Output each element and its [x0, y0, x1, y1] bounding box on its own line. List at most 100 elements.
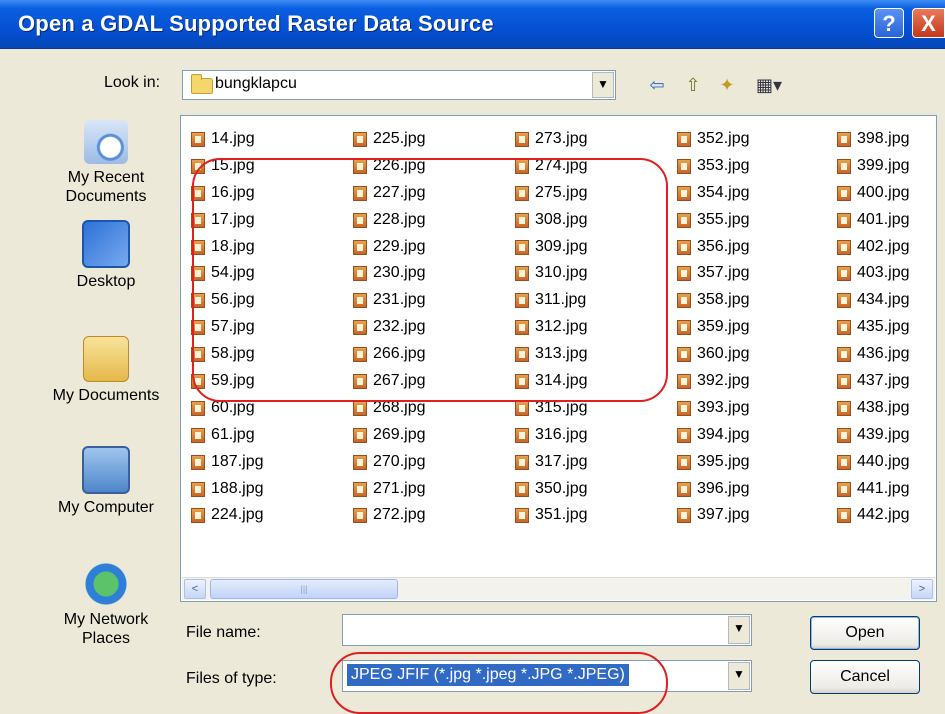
- file-item[interactable]: 399.jpg: [835, 153, 910, 180]
- horizontal-scrollbar[interactable]: < ||| >: [182, 577, 935, 600]
- file-item[interactable]: 269.jpg: [351, 422, 426, 449]
- jpg-file-icon: [353, 508, 367, 524]
- file-item[interactable]: 356.jpg: [675, 234, 750, 261]
- place-network[interactable]: My Network Places: [46, 562, 166, 648]
- file-name: 393.jpg: [697, 398, 750, 416]
- file-name: 401.jpg: [857, 210, 910, 228]
- open-button[interactable]: Open: [810, 616, 920, 650]
- look-in-combobox[interactable]: bungklapcu ▼: [182, 70, 616, 100]
- jpg-file-icon: [837, 185, 851, 201]
- file-item[interactable]: 353.jpg: [675, 153, 750, 180]
- file-item[interactable]: 438.jpg: [835, 395, 910, 422]
- look-in-dropdown-button[interactable]: ▼: [592, 72, 614, 98]
- file-column-4: 352.jpg 353.jpg 354.jpg 355.jpg 356.jpg 357.j…: [675, 126, 750, 529]
- file-item[interactable]: 442.jpg: [835, 502, 910, 529]
- file-item[interactable]: 14.jpg: [189, 126, 264, 153]
- help-button[interactable]: ?: [874, 8, 904, 38]
- file-item[interactable]: 439.jpg: [835, 422, 910, 449]
- file-name-input[interactable]: ▼: [342, 614, 752, 646]
- scroll-left-button[interactable]: <: [184, 579, 206, 599]
- jpg-file-icon: [515, 132, 529, 147]
- jpg-file-icon: [677, 347, 691, 363]
- highlight-annotation: [330, 652, 668, 714]
- jpg-file-icon: [191, 400, 205, 416]
- file-item[interactable]: 350.jpg: [513, 476, 588, 503]
- file-name: 271.jpg: [373, 479, 426, 497]
- file-name: 394.jpg: [697, 425, 750, 443]
- file-name: 225.jpg: [373, 130, 426, 147]
- file-item[interactable]: 61.jpg: [189, 422, 264, 449]
- file-item[interactable]: 402.jpg: [835, 234, 910, 261]
- new-folder-icon[interactable]: ✦: [716, 74, 738, 96]
- jpg-file-icon: [837, 400, 851, 416]
- file-item[interactable]: 394.jpg: [675, 422, 750, 449]
- file-item[interactable]: 225.jpg: [351, 126, 426, 153]
- views-menu-icon[interactable]: ▦▾: [752, 74, 786, 96]
- files-of-type-dropdown-button[interactable]: ▼: [728, 662, 750, 690]
- place-desktop[interactable]: Desktop: [46, 220, 166, 291]
- file-item[interactable]: 271.jpg: [351, 476, 426, 503]
- file-item[interactable]: 392.jpg: [675, 368, 750, 395]
- file-item[interactable]: 440.jpg: [835, 449, 910, 476]
- file-item[interactable]: 224.jpg: [189, 502, 264, 529]
- file-item[interactable]: 400.jpg: [835, 180, 910, 207]
- file-item[interactable]: 351.jpg: [513, 502, 588, 529]
- file-item[interactable]: 273.jpg: [513, 126, 588, 153]
- up-folder-icon[interactable]: ⇧: [682, 74, 704, 96]
- file-item[interactable]: 393.jpg: [675, 395, 750, 422]
- file-item[interactable]: 357.jpg: [675, 260, 750, 287]
- file-name: 434.jpg: [857, 291, 910, 309]
- jpg-file-icon: [353, 454, 367, 470]
- place-label: My Documents: [52, 387, 160, 404]
- file-item[interactable]: 437.jpg: [835, 368, 910, 395]
- file-item[interactable]: 317.jpg: [513, 449, 588, 476]
- file-item[interactable]: 188.jpg: [189, 476, 264, 503]
- file-item[interactable]: 354.jpg: [675, 180, 750, 207]
- jpg-file-icon: [515, 481, 529, 497]
- file-name: 395.jpg: [697, 452, 750, 470]
- file-name-dropdown-button[interactable]: ▼: [728, 616, 750, 644]
- my-documents-icon: [83, 336, 129, 382]
- file-item[interactable]: 435.jpg: [835, 314, 910, 341]
- file-item[interactable]: 358.jpg: [675, 287, 750, 314]
- file-item[interactable]: 395.jpg: [675, 449, 750, 476]
- jpg-file-icon: [677, 185, 691, 201]
- file-item[interactable]: 359.jpg: [675, 314, 750, 341]
- file-item[interactable]: 360.jpg: [675, 341, 750, 368]
- recent-documents-icon: [84, 120, 128, 164]
- file-item[interactable]: 434.jpg: [835, 287, 910, 314]
- file-item[interactable]: 441.jpg: [835, 476, 910, 503]
- file-name: 269.jpg: [373, 425, 426, 443]
- scroll-right-button[interactable]: >: [911, 579, 933, 599]
- file-item[interactable]: 352.jpg: [675, 126, 750, 153]
- place-recent-documents[interactable]: My Recent Documents: [46, 120, 166, 206]
- file-item[interactable]: 436.jpg: [835, 341, 910, 368]
- file-item[interactable]: 401.jpg: [835, 207, 910, 234]
- place-my-documents[interactable]: My Documents: [46, 336, 166, 405]
- file-name: 438.jpg: [857, 398, 910, 416]
- file-item[interactable]: 397.jpg: [675, 502, 750, 529]
- file-name: 350.jpg: [535, 479, 588, 497]
- file-name: 440.jpg: [857, 452, 910, 470]
- file-item[interactable]: 396.jpg: [675, 476, 750, 503]
- file-item[interactable]: 270.jpg: [351, 449, 426, 476]
- file-item[interactable]: 316.jpg: [513, 422, 588, 449]
- place-my-computer[interactable]: My Computer: [46, 446, 166, 517]
- jpg-file-icon: [515, 427, 529, 443]
- jpg-file-icon: [837, 508, 851, 524]
- file-item[interactable]: 272.jpg: [351, 502, 426, 529]
- file-item[interactable]: 355.jpg: [675, 207, 750, 234]
- title-bar[interactable]: Open a GDAL Supported Raster Data Source…: [0, 0, 945, 49]
- scrollbar-thumb[interactable]: |||: [210, 579, 398, 599]
- file-item[interactable]: 403.jpg: [835, 260, 910, 287]
- file-item[interactable]: 187.jpg: [189, 449, 264, 476]
- jpg-file-icon: [677, 374, 691, 390]
- file-name: 352.jpg: [697, 130, 750, 147]
- close-button[interactable]: X: [912, 8, 945, 38]
- file-name: 396.jpg: [697, 479, 750, 497]
- back-icon[interactable]: ⇦: [646, 74, 668, 96]
- file-item[interactable]: 398.jpg: [835, 126, 910, 153]
- jpg-file-icon: [677, 508, 691, 524]
- cancel-button[interactable]: Cancel: [810, 660, 920, 694]
- file-name: 14.jpg: [211, 130, 255, 147]
